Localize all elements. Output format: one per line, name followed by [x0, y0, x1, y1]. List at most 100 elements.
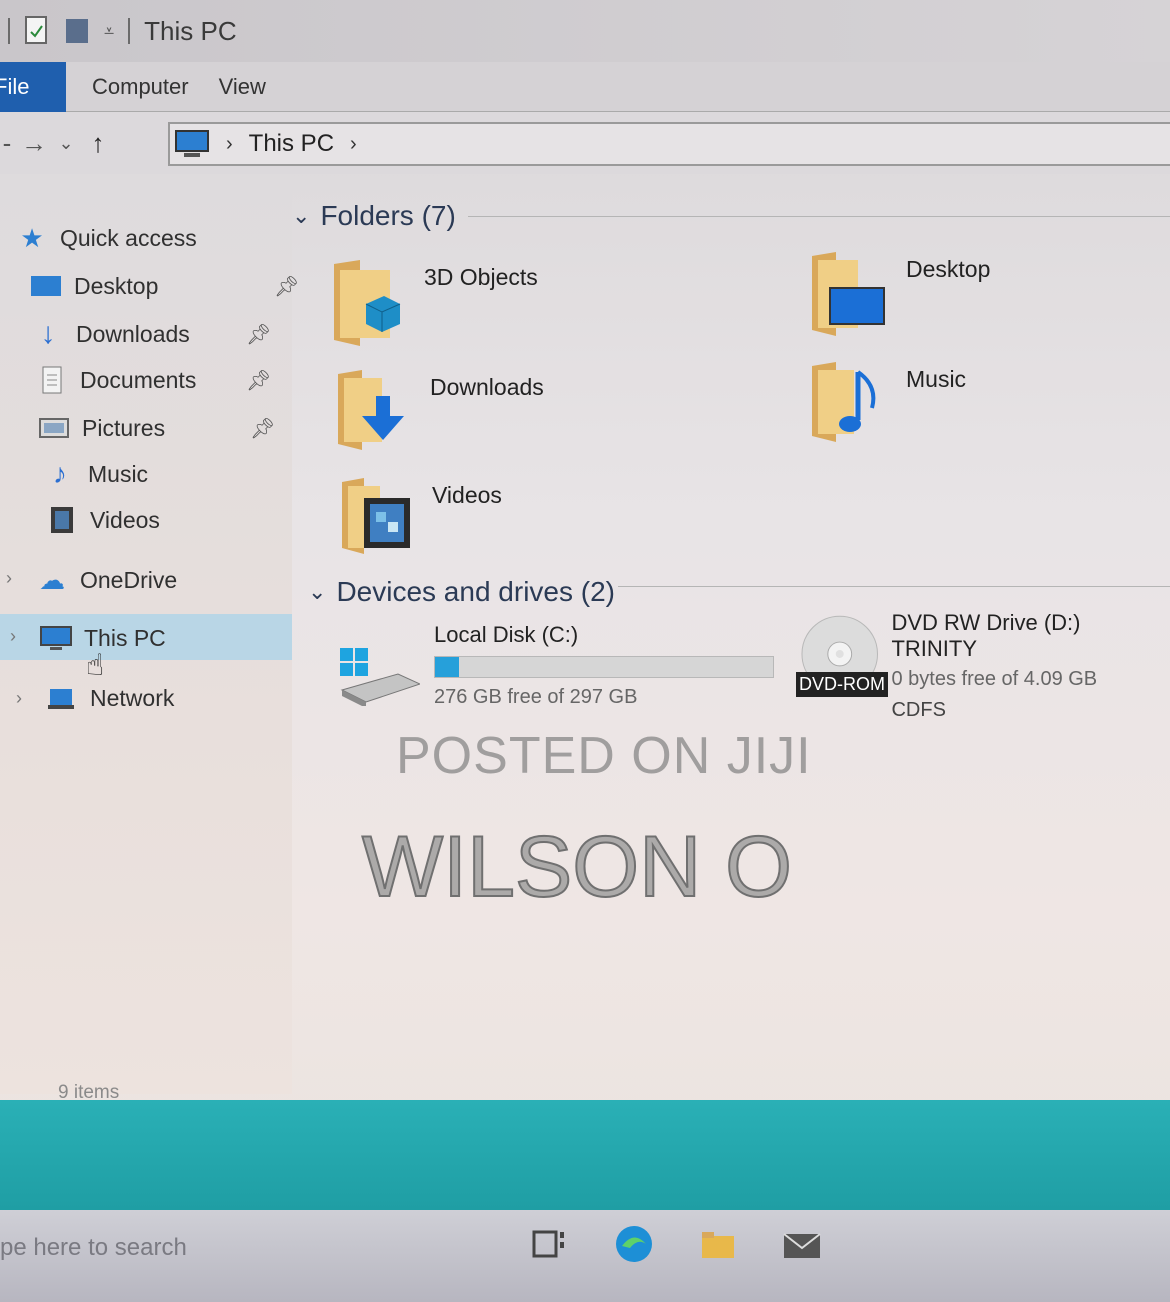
up-icon[interactable]: ↑ [78, 128, 118, 159]
folder-music[interactable]: Music [810, 362, 966, 442]
quick-access-dropdown-icon[interactable]: ⩡ [104, 21, 114, 42]
folder-label: Desktop [906, 256, 991, 282]
content-pane: ⌄ Folders (7) 3D Objects Desktop Downloa… [292, 174, 1170, 1094]
recent-locations-icon[interactable]: ⌄ [54, 133, 78, 154]
sidebar-item-label: Quick access [60, 224, 197, 251]
taskbar: pe here to search [0, 1210, 1170, 1302]
cloud-icon: ☁ [39, 564, 65, 595]
document-icon [42, 366, 62, 394]
local-disk-free-space: 276 GB free of 297 GB [434, 686, 638, 708]
local-disk-usage-bar [434, 656, 774, 678]
network-icon [48, 689, 74, 709]
pin-icon[interactable]: 📌︎ [246, 368, 271, 393]
sidebar-item-pictures[interactable]: Pictures 📌︎ [38, 406, 275, 450]
devices-group-title: Devices and drives (2) [336, 576, 615, 607]
sidebar-item-videos[interactable]: Videos [46, 498, 160, 542]
title-bar: ⩡ This PC [0, 0, 1170, 62]
dvd-free-space: 0 bytes free of 4.09 GB [891, 668, 1098, 690]
chevron-right-icon[interactable]: › [10, 626, 16, 647]
window-title: This PC [144, 15, 237, 46]
properties-icon[interactable] [24, 15, 50, 47]
sidebar-item-documents[interactable]: Documents 📌︎ [36, 358, 271, 402]
folder-desktop[interactable]: Desktop [810, 252, 990, 336]
chevron-down-icon[interactable]: ⌄ [292, 203, 310, 229]
music-folder-icon [812, 362, 876, 442]
sidebar-item-downloads[interactable]: ↓ Downloads 📌︎ [32, 312, 272, 356]
download-arrow-icon: ↓ [40, 317, 56, 350]
sidebar-item-music[interactable]: ♪ Music [44, 452, 148, 496]
sidebar-item-label: Desktop [74, 272, 159, 299]
sidebar-item-label: Pictures [82, 414, 166, 441]
taskbar-search-box[interactable]: pe here to search [0, 1234, 187, 1262]
breadcrumb-chevron-icon[interactable]: › [350, 133, 357, 156]
sidebar-item-quick-access[interactable]: ★ Quick access [16, 216, 197, 260]
tab-computer[interactable]: Computer [92, 74, 189, 100]
desktop-icon [31, 276, 61, 296]
pictures-icon [39, 418, 69, 438]
star-icon: ★ [20, 222, 44, 253]
tab-file-label: File [0, 73, 30, 99]
downloads-folder-icon [338, 370, 404, 450]
local-disk-name: Local Disk (C:) [434, 622, 579, 647]
usage-bar-fill [435, 657, 459, 677]
folders-group-title: Folders (7) [320, 200, 456, 231]
file-explorer-icon[interactable] [696, 1222, 740, 1266]
chevron-right-icon[interactable]: › [16, 688, 22, 709]
chevron-down-icon[interactable]: ⌄ [308, 579, 326, 605]
folder-label: 3D Objects [424, 264, 538, 290]
folder-videos[interactable]: Videos [340, 478, 502, 554]
divider [618, 586, 1170, 587]
folder-label: Music [906, 366, 967, 392]
edge-browser-icon[interactable] [612, 1222, 656, 1266]
hard-drive-icon [340, 648, 420, 706]
separator [8, 18, 10, 44]
dvd-filesystem: CDFS [891, 699, 946, 721]
new-folder-icon[interactable] [64, 15, 90, 47]
folder-3d-objects[interactable]: 3D Objects [330, 260, 538, 346]
mail-icon[interactable] [780, 1222, 824, 1266]
navigation-bar: - → ⌄ ↑ › This PC › [0, 112, 1170, 174]
computer-icon [175, 130, 209, 157]
separator [128, 18, 131, 44]
dvd-rom-badge: DVD-ROM [796, 672, 888, 697]
drive-local-disk-c[interactable]: Local Disk (C:) 276 GB free of 297 GB [338, 622, 774, 709]
videos-folder-icon [342, 478, 410, 554]
computer-icon [40, 626, 72, 650]
desktop-folder-icon [812, 252, 885, 336]
sidebar-item-label: Network [90, 684, 175, 711]
3d-objects-folder-icon [334, 260, 401, 346]
tab-file[interactable]: File [0, 61, 66, 112]
dvd-drive-name: DVD RW Drive (D:) TRINITY [891, 610, 1081, 661]
ribbon: File Computer View [0, 61, 1170, 112]
sidebar-item-label: Downloads [76, 320, 190, 347]
sidebar-item-label: Music [88, 460, 149, 487]
chevron-right-icon[interactable]: › [6, 568, 12, 589]
tab-view[interactable]: View [219, 74, 266, 100]
navigation-pane: ★ Quick access Desktop 📌︎ ↓ Downloads 📌︎… [0, 174, 299, 1094]
back-icon[interactable]: - [0, 128, 14, 159]
divider [468, 216, 1170, 217]
task-view-icon[interactable] [528, 1222, 572, 1266]
pin-icon[interactable]: 📌︎ [250, 416, 275, 441]
breadcrumb-this-pc[interactable]: This PC [249, 130, 334, 158]
desktop-background [0, 1100, 1170, 1210]
film-icon [51, 507, 73, 533]
devices-group-header[interactable]: ⌄ Devices and drives (2) [308, 576, 615, 608]
sidebar-item-onedrive[interactable]: ☁ OneDrive [36, 558, 177, 602]
pin-icon[interactable]: 📌︎ [246, 322, 271, 347]
music-note-icon: ♪ [53, 458, 67, 489]
sidebar-item-desktop[interactable]: Desktop 📌︎ [30, 264, 299, 308]
forward-icon[interactable]: → [14, 128, 54, 159]
sidebar-item-network[interactable]: Network [46, 676, 174, 720]
watermark-posted: POSTED ON JIJI [396, 727, 812, 785]
sidebar-item-label: Documents [80, 366, 197, 393]
sidebar-item-label: OneDrive [80, 566, 178, 593]
address-bar[interactable]: › This PC › [168, 122, 1170, 166]
folder-label: Downloads [430, 374, 544, 400]
folder-label: Videos [432, 482, 502, 508]
breadcrumb-chevron-icon[interactable]: › [226, 133, 233, 156]
drive-dvd-rw-d[interactable]: DVD RW Drive (D:) TRINITY 0 bytes free o… [798, 610, 1170, 722]
watermark-name: WILSON O [361, 818, 793, 916]
folder-downloads[interactable]: Downloads [336, 370, 544, 450]
folders-group-header[interactable]: ⌄ Folders (7) [292, 200, 456, 232]
